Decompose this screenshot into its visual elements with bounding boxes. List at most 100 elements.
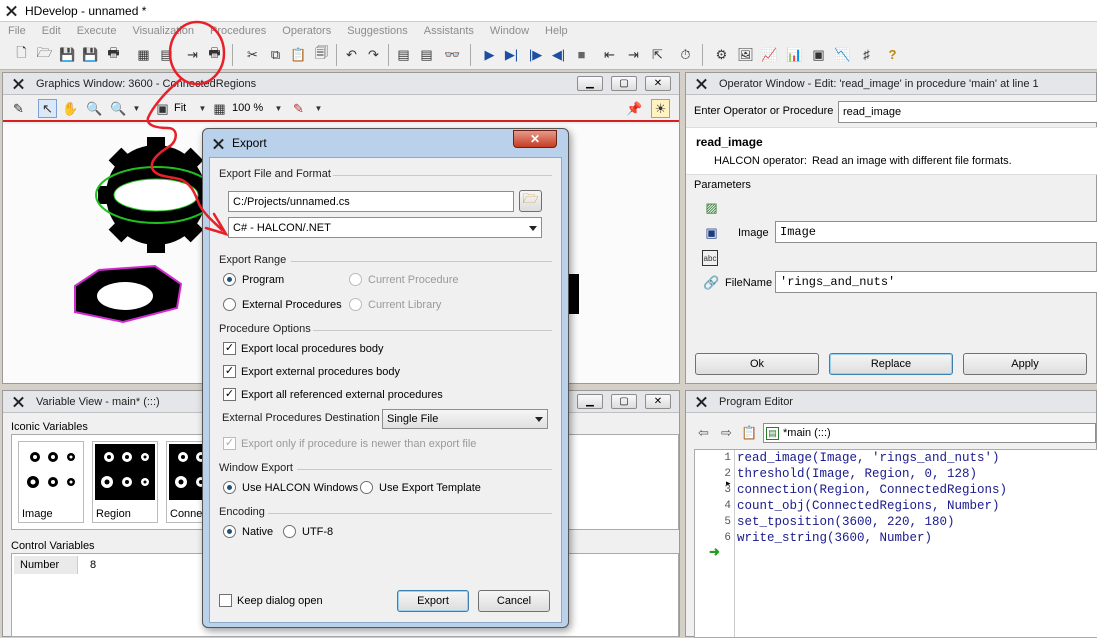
run-icon[interactable]: ▶: [480, 45, 499, 64]
iconic-variable-region[interactable]: Region: [92, 441, 158, 523]
zoom-in-icon[interactable]: 🔍: [109, 99, 128, 118]
zoom-percent-icon[interactable]: ▦: [210, 99, 229, 118]
range-current-procedure-radio[interactable]: Current Procedure: [349, 273, 459, 286]
menu-window[interactable]: Window: [482, 25, 537, 37]
close-button[interactable]: ✕: [645, 394, 671, 409]
zoom-fit-label[interactable]: Fit: [174, 102, 186, 114]
forward-arrow-icon[interactable]: ⇨: [717, 423, 736, 442]
light-icon[interactable]: ☀: [651, 99, 670, 118]
keep-dialog-open-checkbox[interactable]: Keep dialog open: [219, 594, 323, 607]
image-tool-icon[interactable]: 🖼: [736, 45, 755, 64]
new-program-icon[interactable]: 🗋: [12, 45, 31, 64]
step-over-icon[interactable]: |▶: [526, 45, 545, 64]
pan-icon[interactable]: ✋: [61, 99, 80, 118]
code-line[interactable]: write_string(3600, Number): [737, 531, 932, 545]
window-halcon-radio[interactable]: Use HALCON Windows: [223, 481, 358, 494]
cut-icon[interactable]: ✂: [243, 45, 262, 64]
code-line[interactable]: read_image(Image, 'rings_and_nuts'): [737, 451, 1000, 465]
histogram-icon[interactable]: 📈: [760, 45, 779, 64]
range-current-library-radio[interactable]: Current Library: [349, 298, 441, 311]
dialog-close-button[interactable]: ✕: [513, 130, 557, 148]
browse-folder-icon[interactable]: 🗁: [519, 190, 542, 212]
fit-icon[interactable]: ▣: [153, 99, 172, 118]
settings-icon[interactable]: ⚙: [712, 45, 731, 64]
back-arrow-icon[interactable]: ⇦: [694, 423, 713, 442]
range-external-procedures-radio[interactable]: External Procedures: [223, 298, 342, 311]
save-as-icon[interactable]: 💾: [81, 45, 100, 64]
print-program-icon[interactable]: 🖶: [205, 45, 224, 64]
feature-histogram-icon[interactable]: 📉: [833, 45, 852, 64]
export-button[interactable]: Export: [397, 590, 469, 612]
zoom-icon[interactable]: 🔍: [85, 99, 104, 118]
open-program-icon[interactable]: 🗁: [35, 45, 54, 64]
menu-file[interactable]: File: [0, 25, 34, 37]
menu-procedures[interactable]: Procedures: [202, 25, 274, 37]
minimize-button[interactable]: ▁: [577, 394, 603, 409]
line-profile-icon[interactable]: 📊: [785, 45, 804, 64]
comment-icon[interactable]: ▤: [394, 45, 413, 64]
print-icon[interactable]: 🖶: [104, 45, 123, 64]
encoding-utf8-radio[interactable]: UTF-8: [283, 525, 333, 538]
step-into-icon[interactable]: ◀|: [549, 45, 568, 64]
control-variable-name[interactable]: Number: [20, 559, 59, 571]
code-line[interactable]: threshold(Image, Region, 0, 128): [737, 467, 977, 481]
code-line[interactable]: connection(Region, ConnectedRegions): [737, 483, 1007, 497]
menu-edit[interactable]: Edit: [34, 25, 69, 37]
export-format-select[interactable]: C# - HALCON/.NET: [228, 217, 542, 238]
export-file-path-input[interactable]: C:/Projects/unnamed.cs: [228, 191, 514, 212]
opt-local-procedures-checkbox[interactable]: ✓ Export local procedures body: [223, 342, 383, 355]
param-image-input[interactable]: Image: [775, 221, 1097, 243]
destination-select[interactable]: Single File: [382, 409, 548, 429]
opt-external-procedures-checkbox[interactable]: ✓ Export external procedures body: [223, 365, 400, 378]
save-icon[interactable]: 💾: [58, 45, 77, 64]
read-image-icon[interactable]: ▦: [134, 45, 153, 64]
help-icon[interactable]: ?: [883, 45, 902, 64]
export-icon[interactable]: ⇥: [183, 45, 202, 64]
cancel-button[interactable]: Cancel: [478, 590, 550, 612]
zoom-percent-label[interactable]: 100 %: [232, 102, 263, 114]
iconic-variable-image[interactable]: Image: [18, 441, 84, 523]
zoom-window-icon[interactable]: ▣: [809, 45, 828, 64]
delete-icon[interactable]: 🗐: [312, 45, 331, 64]
ok-button[interactable]: Ok: [695, 353, 819, 375]
code-line[interactable]: set_tposition(3600, 220, 180): [737, 515, 955, 529]
close-button[interactable]: ✕: [645, 76, 671, 91]
chevron-down-icon[interactable]: ▼: [269, 99, 288, 118]
maximize-button[interactable]: ▢: [611, 76, 637, 91]
pointer-icon[interactable]: ↖: [38, 99, 57, 118]
window-template-radio[interactable]: Use Export Template: [360, 481, 481, 494]
insert-icon[interactable]: ▤: [157, 45, 176, 64]
chevron-down-icon[interactable]: ▼: [309, 99, 328, 118]
stop-icon[interactable]: ■: [572, 45, 591, 64]
procedure-list-icon[interactable]: 📋: [740, 423, 759, 442]
opt-newer-checkbox[interactable]: ✓ Export only if procedure is newer than …: [223, 437, 476, 450]
undo-icon[interactable]: ↶: [342, 45, 361, 64]
redo-icon[interactable]: ↷: [364, 45, 383, 64]
opt-referenced-procedures-checkbox[interactable]: ✓ Export all referenced external procedur…: [223, 388, 443, 401]
paste-icon[interactable]: 📋: [289, 45, 308, 64]
color-tool-icon[interactable]: ✎: [289, 99, 308, 118]
apply-button[interactable]: Apply: [963, 353, 1087, 375]
replace-button[interactable]: Replace: [829, 353, 953, 375]
uncomment-icon[interactable]: ▤: [417, 45, 436, 64]
encoding-native-radio[interactable]: Native: [223, 525, 273, 538]
code-line[interactable]: count_obj(ConnectedRegions, Number): [737, 499, 1000, 513]
reset-execution-icon[interactable]: ⇥: [624, 45, 643, 64]
menu-visualization[interactable]: Visualization: [124, 25, 202, 37]
range-program-radio[interactable]: Program: [223, 273, 284, 286]
menu-suggestions[interactable]: Suggestions: [339, 25, 416, 37]
feature-inspection-icon[interactable]: ♯: [857, 45, 876, 64]
reset-program-icon[interactable]: ⇤: [600, 45, 619, 64]
procedure-icon[interactable]: ⇱: [648, 45, 667, 64]
draw-icon[interactable]: ✎: [9, 99, 28, 118]
menu-assistants[interactable]: Assistants: [416, 25, 482, 37]
copy-icon[interactable]: ⧉: [266, 45, 285, 64]
menu-help[interactable]: Help: [537, 25, 576, 37]
find-icon[interactable]: 👓: [443, 45, 462, 64]
run-to-icon[interactable]: ▶|: [502, 45, 521, 64]
chevron-down-icon[interactable]: ▼: [127, 99, 146, 118]
menu-operators[interactable]: Operators: [274, 25, 339, 37]
maximize-button[interactable]: ▢: [611, 394, 637, 409]
procedure-selector[interactable]: ▤ *main (:::): [763, 423, 1096, 443]
param-filename-input[interactable]: 'rings_and_nuts': [775, 271, 1097, 293]
